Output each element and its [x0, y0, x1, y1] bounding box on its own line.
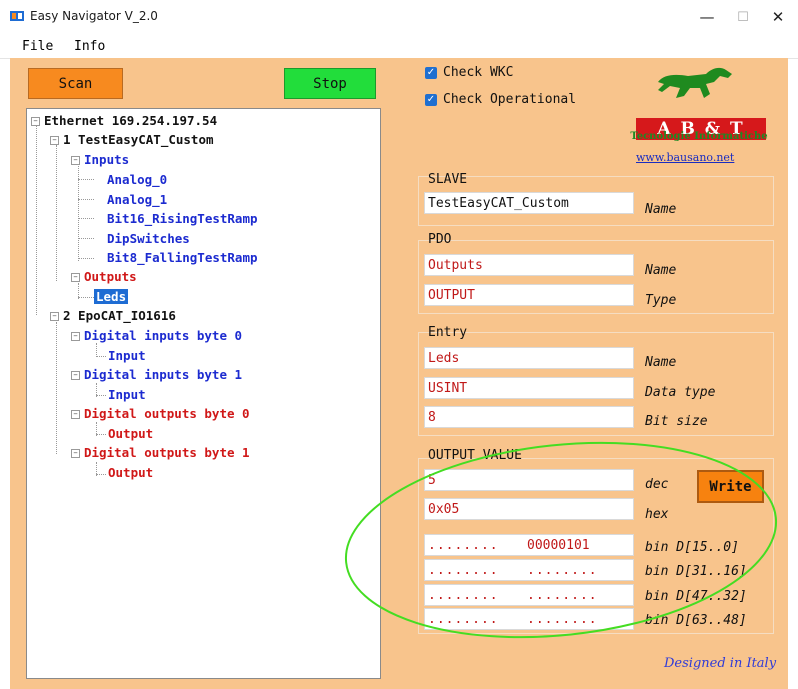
tree-node-slave-1[interactable]: −1 TestEasyCAT_Custom — [50, 132, 214, 148]
output-hex-field[interactable]: 0x05 — [424, 498, 634, 520]
check-wkc-checkbox[interactable]: ✓ — [425, 67, 437, 79]
tree-connector — [78, 179, 94, 180]
tree-connector — [96, 474, 106, 475]
bin-d15-0-label: bin D[15..0] — [645, 540, 739, 555]
tree-node-network[interactable]: − Ethernet 169.254.197.54 — [31, 113, 217, 129]
collapse-icon[interactable]: − — [50, 312, 59, 321]
output-dec-field[interactable]: 5 — [424, 469, 634, 491]
tree-node-slave-2[interactable]: −2 EpoCAT_IO1616 — [50, 308, 176, 324]
pdo-name-field[interactable]: Outputs — [424, 254, 634, 276]
tree-node-input-entry[interactable]: DipSwitches — [107, 231, 190, 247]
scan-button[interactable]: Scan — [28, 68, 123, 99]
tree-connector — [96, 356, 106, 357]
tree-connector — [78, 199, 94, 200]
output-dec-label: dec — [645, 477, 669, 492]
tree-node-input-entry[interactable]: Analog_1 — [107, 192, 167, 208]
entry-datatype-label: Data type — [645, 385, 716, 400]
collapse-icon[interactable]: − — [50, 136, 59, 145]
write-button[interactable]: Write — [697, 470, 764, 503]
tree-node-digital-outputs-1[interactable]: − Digital outputs byte 1 — [71, 445, 250, 461]
bin-d31-16-label: bin D[31..16] — [645, 564, 747, 579]
slave-group-title: SLAVE — [428, 172, 468, 187]
collapse-icon[interactable]: − — [71, 156, 80, 165]
check-operational-label: Check Operational — [443, 92, 577, 107]
tree-node-leds-selected[interactable]: Leds — [94, 289, 129, 305]
tree-connector — [78, 258, 94, 259]
minimize-button[interactable]: — — [687, 4, 727, 30]
slave-name-field[interactable]: TestEasyCAT_Custom — [424, 192, 634, 214]
entry-name-label: Name — [645, 355, 677, 370]
slave-name-label: Name — [645, 202, 677, 217]
entry-datatype-field[interactable]: USINT — [424, 377, 634, 399]
tree-connector — [78, 218, 94, 219]
window-title: Easy Navigator V_2.0 — [30, 9, 158, 23]
tree-node-digital-inputs-0[interactable]: − Digital inputs byte 0 — [71, 328, 242, 344]
tree-node-inputs[interactable]: − Inputs — [71, 152, 129, 168]
entry-group-title: Entry — [428, 325, 468, 340]
menu-file[interactable]: File — [22, 39, 53, 54]
stop-button[interactable]: Stop — [284, 68, 376, 99]
check-operational-checkbox[interactable]: ✓ — [425, 94, 437, 106]
close-button[interactable]: ✕ — [758, 4, 798, 30]
slave-tree[interactable] — [26, 108, 381, 679]
pdo-type-label: Type — [645, 293, 677, 308]
check-wkc-label: Check WKC — [443, 65, 514, 80]
bin-d47-32-label: bin D[47..32] — [645, 589, 747, 604]
menu-bar — [0, 36, 798, 59]
pdo-group-title: PDO — [428, 232, 452, 247]
pdo-type-field[interactable]: OUTPUT — [424, 284, 634, 306]
tree-node-input-entry[interactable]: Bit8_FallingTestRamp — [107, 250, 258, 266]
bin-d47-32-field[interactable]: ........ ........ — [424, 584, 634, 606]
tree-node-input-entry[interactable]: Input — [108, 387, 146, 403]
tree-node-input-entry[interactable]: Bit16_RisingTestRamp — [107, 211, 258, 227]
pdo-name-label: Name — [645, 263, 677, 278]
collapse-icon[interactable]: − — [31, 117, 40, 126]
menu-info[interactable]: Info — [74, 39, 105, 54]
tree-connector — [96, 395, 106, 396]
entry-bitsize-label: Bit size — [645, 414, 708, 429]
tree-connector — [78, 166, 79, 261]
app-icon — [10, 11, 24, 21]
bin-d63-48-label: bin D[63..48] — [645, 613, 747, 628]
tree-node-output-entry[interactable]: Output — [108, 465, 153, 481]
bin-d63-48-field[interactable]: ........ ........ — [424, 608, 634, 630]
collapse-icon[interactable]: − — [71, 410, 80, 419]
collapse-icon[interactable]: − — [71, 449, 80, 458]
tree-connector — [96, 434, 106, 435]
entry-name-field[interactable]: Leds — [424, 347, 634, 369]
logo-subtitle: Tecnologie Informatiche — [630, 131, 768, 142]
website-link[interactable]: www.bausano.net — [636, 151, 734, 164]
tree-node-output-entry[interactable]: Output — [108, 426, 153, 442]
tree-node-input-entry[interactable]: Analog_0 — [107, 172, 167, 188]
tree-node-outputs[interactable]: − Outputs — [71, 269, 137, 285]
tree-node-input-entry[interactable]: Input — [108, 348, 146, 364]
tree-connector — [36, 125, 37, 315]
collapse-icon[interactable]: − — [71, 371, 80, 380]
collapse-icon[interactable]: − — [71, 273, 80, 282]
tree-connector — [56, 145, 57, 281]
designed-in-italy-label: Designed in Italy — [664, 656, 777, 671]
horse-logo-icon — [658, 67, 732, 98]
tree-connector — [78, 297, 94, 298]
maximize-button[interactable]: ☐ — [723, 4, 763, 30]
output-hex-label: hex — [645, 507, 669, 522]
entry-bitsize-field[interactable]: 8 — [424, 406, 634, 428]
bin-d31-16-field[interactable]: ........ ........ — [424, 559, 634, 581]
tree-connector — [96, 343, 97, 357]
output-value-title: OUTPUT VALUE — [428, 448, 522, 463]
tree-node-digital-outputs-0[interactable]: − Digital outputs byte 0 — [71, 406, 250, 422]
bin-d15-0-field[interactable]: ........ 00000101 — [424, 534, 634, 556]
tree-connector — [78, 238, 94, 239]
tree-connector — [56, 322, 57, 454]
collapse-icon[interactable]: − — [71, 332, 80, 341]
tree-node-digital-inputs-1[interactable]: − Digital inputs byte 1 — [71, 367, 242, 383]
